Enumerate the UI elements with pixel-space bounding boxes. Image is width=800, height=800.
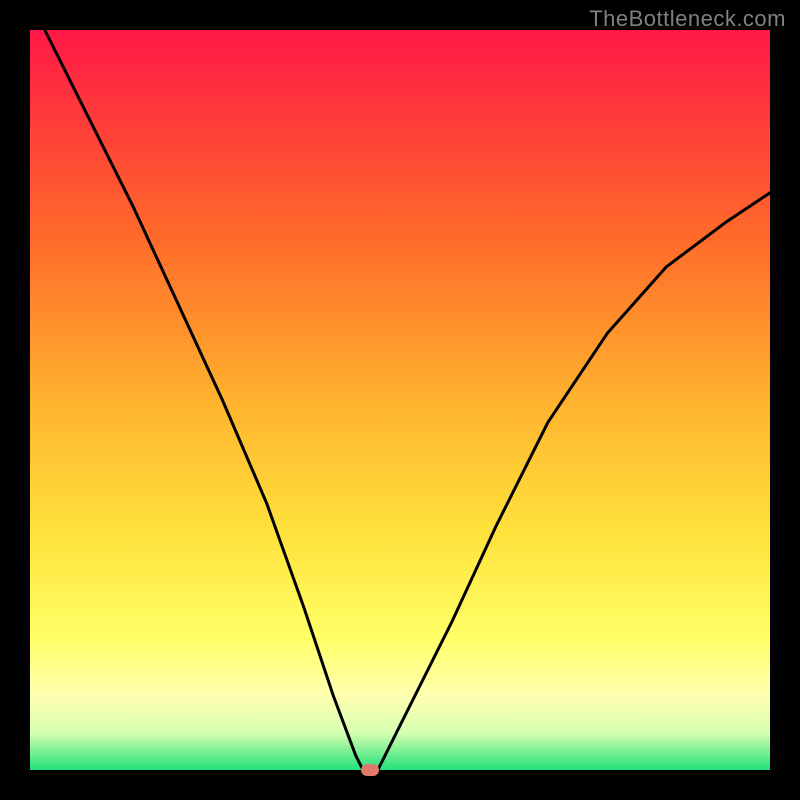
chart-frame: TheBottleneck.com <box>0 0 800 800</box>
bottleneck-curve <box>30 30 770 770</box>
plot-area <box>30 30 770 770</box>
optimum-marker <box>361 764 379 776</box>
watermark-text: TheBottleneck.com <box>589 6 786 32</box>
